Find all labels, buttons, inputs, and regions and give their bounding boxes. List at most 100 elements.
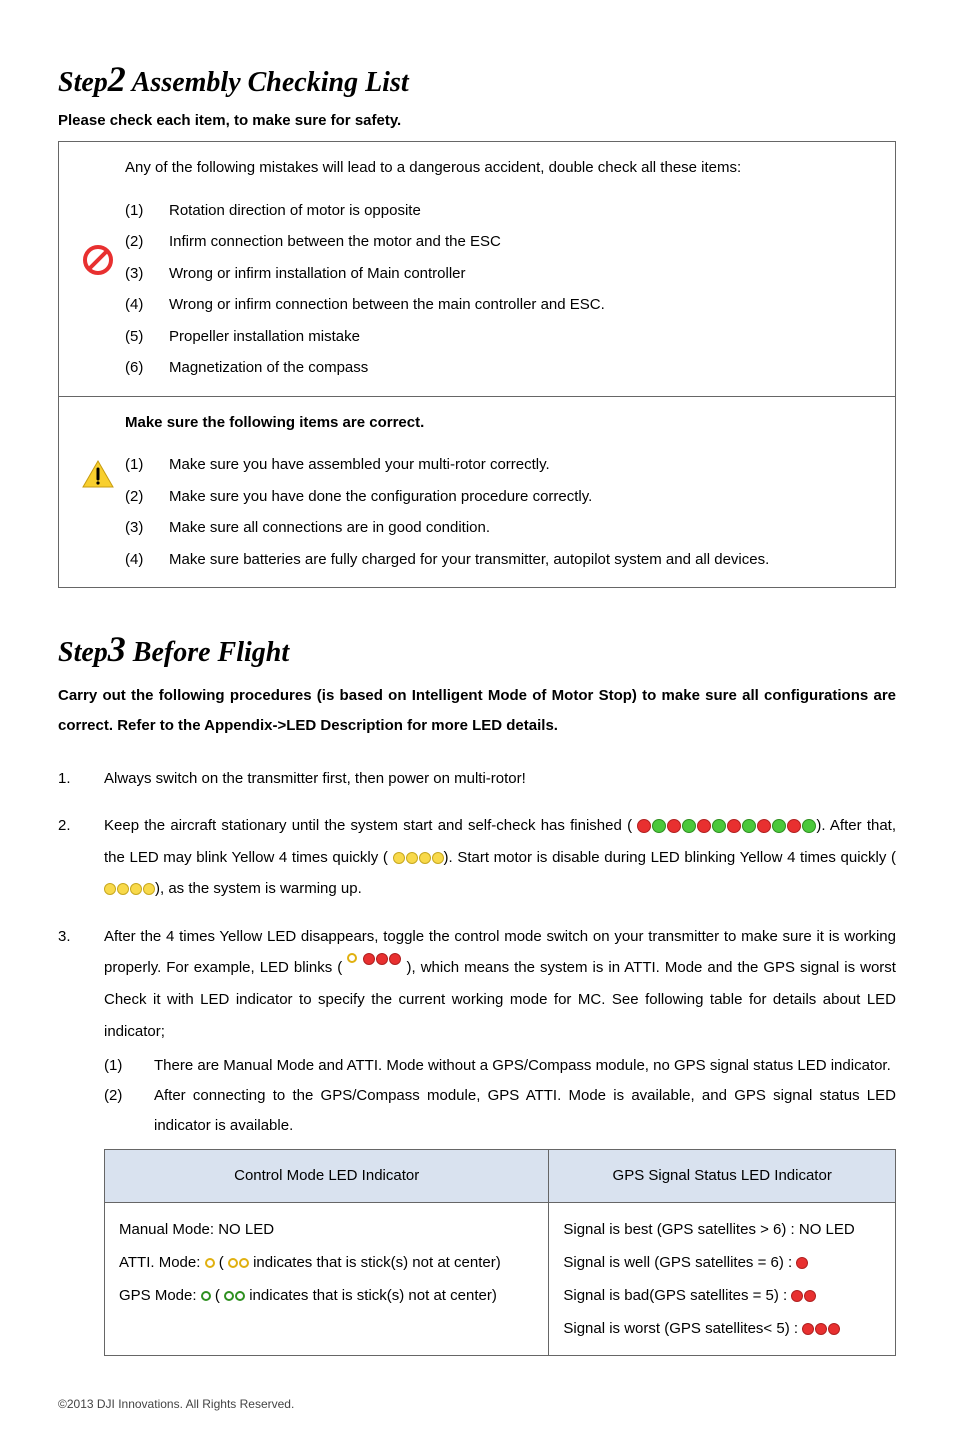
text-frag: indicates that is stick(s) not at center…	[249, 1287, 497, 1304]
item-text: Make sure you have assembled your multi-…	[169, 449, 550, 481]
item-text: Wrong or infirm installation of Main con…	[169, 258, 466, 290]
cell-line: Signal is bad(GPS satellites = 5) :	[563, 1279, 881, 1312]
item-num: (6)	[125, 352, 169, 384]
text-frag: (	[215, 1287, 224, 1304]
item-num: (1)	[125, 195, 169, 227]
item-text: Keep the aircraft stationary until the s…	[104, 810, 896, 905]
step3-title: Step3 Before Flight	[58, 624, 896, 674]
step3-title-num: 3	[108, 629, 126, 669]
list-item: (2)Make sure you have done the configura…	[125, 481, 877, 513]
list-item: 2. Keep the aircraft stationary until th…	[58, 810, 896, 905]
led-selfcheck-icon	[637, 819, 816, 833]
prohibit-icon	[82, 244, 114, 276]
item-num: 1.	[58, 763, 104, 795]
item-num: (1)	[125, 449, 169, 481]
list-item: 3. After the 4 times Yellow LED disappea…	[58, 921, 896, 1356]
danger-intro: Any of the following mistakes will lead …	[125, 154, 877, 183]
item-num: (4)	[125, 544, 169, 576]
list-item: (1)Make sure you have assembled your mul…	[125, 449, 877, 481]
list-item: (3)Make sure all connections are in good…	[125, 512, 877, 544]
list-item: (4)Wrong or infirm connection between th…	[125, 289, 877, 321]
step3-list: 1. Always switch on the transmitter firs…	[58, 763, 896, 1356]
danger-list: (1)Rotation direction of motor is opposi…	[125, 195, 877, 384]
item-text: Always switch on the transmitter first, …	[104, 763, 896, 795]
led-yellow4-icon	[104, 883, 155, 895]
item-text: Magnetization of the compass	[169, 352, 368, 384]
text-frag: ). Start motor is disable during LED bli…	[444, 849, 896, 866]
step2-title-prefix: Step	[58, 67, 108, 98]
text-frag: indicates that is stick(s) not at center…	[253, 1254, 501, 1271]
led-green-icon	[201, 1291, 211, 1301]
list-item: (5)Propeller installation mistake	[125, 321, 877, 353]
cell-line: GPS Mode: ( indicates that is stick(s) n…	[119, 1279, 534, 1312]
led-yellow-icon	[205, 1258, 215, 1268]
item-num: (5)	[125, 321, 169, 353]
item-num: (4)	[125, 289, 169, 321]
item-text: Wrong or infirm connection between the m…	[169, 289, 605, 321]
item-text: Make sure batteries are fully charged fo…	[169, 544, 769, 576]
item-text: There are Manual Mode and ATTI. Mode wit…	[154, 1051, 896, 1081]
led-green2-icon	[224, 1291, 245, 1301]
item-text: Make sure you have done the configuratio…	[169, 481, 592, 513]
led-red3-icon	[802, 1323, 840, 1335]
cell-line: Signal is well (GPS satellites = 6) :	[563, 1246, 881, 1279]
step3-title-prefix: Step	[58, 637, 108, 668]
item-num: (3)	[125, 258, 169, 290]
list-item: (2)Infirm connection between the motor a…	[125, 226, 877, 258]
step2-title: Step2 Assembly Checking List	[58, 54, 896, 104]
text-frag: GPS Mode:	[119, 1287, 201, 1304]
list-item: (2)After connecting to the GPS/Compass m…	[104, 1081, 896, 1141]
warning-icon	[81, 459, 115, 489]
text-frag: Signal is well (GPS satellites = 6) :	[563, 1254, 792, 1271]
correct-section: Make sure the following items are correc…	[59, 396, 895, 588]
table-header: Control Mode LED Indicator	[105, 1150, 549, 1203]
item-text: Propeller installation mistake	[169, 321, 360, 353]
item-num: (2)	[104, 1081, 154, 1141]
table-cell: Manual Mode: NO LED ATTI. Mode: ( indica…	[105, 1202, 549, 1355]
list-item: (1)Rotation direction of motor is opposi…	[125, 195, 877, 227]
item-num: (3)	[125, 512, 169, 544]
item-text: Rotation direction of motor is opposite	[169, 195, 421, 227]
warning-icon-col	[71, 409, 125, 489]
led-table: Control Mode LED Indicator GPS Signal St…	[104, 1149, 896, 1356]
danger-section: Any of the following mistakes will lead …	[59, 142, 895, 396]
text-frag: ), as the system is warming up.	[155, 880, 362, 897]
led-red2-icon	[791, 1290, 816, 1302]
table-cell: Signal is best (GPS satellites > 6) : NO…	[549, 1202, 896, 1355]
cell-line: Manual Mode: NO LED	[119, 1213, 534, 1246]
item-num: (2)	[125, 481, 169, 513]
item-text: After connecting to the GPS/Compass modu…	[154, 1081, 896, 1141]
step2-title-rest: Assembly Checking List	[126, 67, 409, 98]
text-frag: (	[219, 1254, 228, 1271]
item-num: (2)	[125, 226, 169, 258]
list-item: (4)Make sure batteries are fully charged…	[125, 544, 877, 576]
sub-list: (1)There are Manual Mode and ATTI. Mode …	[104, 1051, 896, 1141]
step2-title-num: 2	[108, 59, 126, 99]
table-header: GPS Signal Status LED Indicator	[549, 1150, 896, 1203]
step2-subtitle: Please check each item, to make sure for…	[58, 110, 896, 131]
led-red1-icon	[796, 1257, 808, 1269]
text-frag: Keep the aircraft stationary until the s…	[104, 817, 632, 834]
list-item: (6)Magnetization of the compass	[125, 352, 877, 384]
cell-line: Signal is worst (GPS satellites< 5) :	[563, 1312, 881, 1345]
led-yellow4-icon	[393, 852, 444, 864]
footer-copyright: ©2013 DJI Innovations. All Rights Reserv…	[58, 1396, 896, 1413]
item-num: 2.	[58, 810, 104, 905]
text-frag: Signal is bad(GPS satellites = 5) :	[563, 1287, 791, 1304]
cell-line: Signal is best (GPS satellites > 6) : NO…	[563, 1213, 881, 1246]
item-text: Make sure all connections are in good co…	[169, 512, 490, 544]
cell-line: ATTI. Mode: ( indicates that is stick(s)…	[119, 1246, 534, 1279]
text-frag: Signal is worst (GPS satellites< 5) :	[563, 1320, 798, 1337]
item-text: After the 4 times Yellow LED disappears,…	[104, 921, 896, 1356]
led-atti-worst-icon	[347, 953, 401, 985]
step3-title-rest: Before Flight	[126, 637, 289, 668]
correct-list: (1)Make sure you have assembled your mul…	[125, 449, 877, 575]
item-num: 3.	[58, 921, 104, 1356]
list-item: 1. Always switch on the transmitter firs…	[58, 763, 896, 795]
correct-intro: Make sure the following items are correc…	[125, 409, 877, 438]
item-text: Infirm connection between the motor and …	[169, 226, 501, 258]
step2-box: Any of the following mistakes will lead …	[58, 141, 896, 588]
list-item: (3)Wrong or infirm installation of Main …	[125, 258, 877, 290]
led-yellow2-icon	[228, 1258, 249, 1268]
prohibit-icon-col	[71, 154, 125, 276]
